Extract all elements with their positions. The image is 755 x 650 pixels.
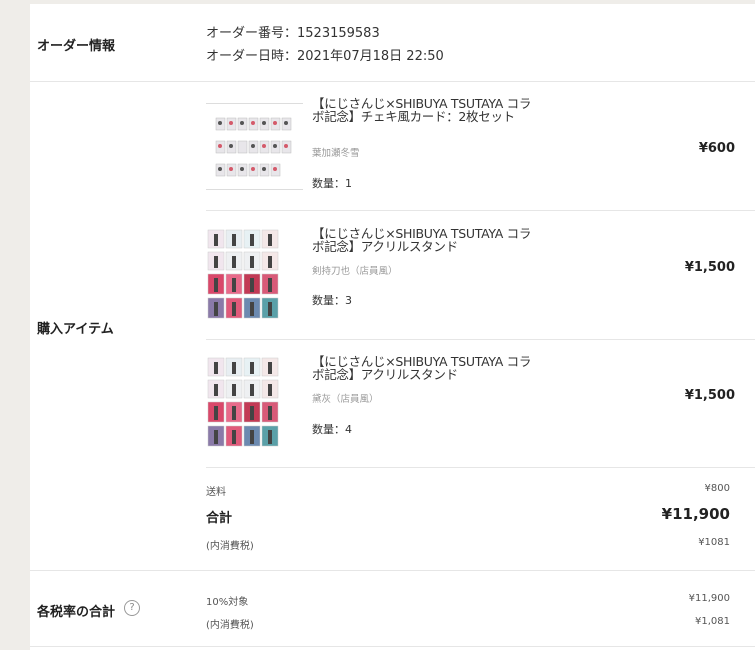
tax-rate-value: ¥11,900 bbox=[688, 593, 730, 604]
item-title[interactable]: 【にじさんじ×SHIBUYA TSUTAYA コラボ記念】アクリルスタンド bbox=[312, 227, 542, 253]
order-detail-panel: オーダー情報 オーダー番号：1523159583 オーダー日時：2021年07月… bbox=[30, 0, 755, 650]
item-price: ¥1,500 bbox=[684, 388, 735, 403]
order-info-label: オーダー情報 bbox=[37, 39, 116, 54]
tax-rate-consumption-value: ¥1,081 bbox=[695, 616, 730, 627]
item-thumbnail-cheki-card[interactable] bbox=[206, 103, 303, 190]
order-number: オーダー番号：1523159583 bbox=[206, 26, 380, 41]
tax-rate-total-label: 各税率の合計 bbox=[37, 605, 116, 620]
item-divider bbox=[206, 339, 755, 340]
item-quantity: 数量：1 bbox=[312, 177, 352, 190]
help-icon[interactable]: ? bbox=[124, 600, 140, 616]
shipping-value: ¥800 bbox=[704, 483, 730, 494]
item-title[interactable]: 【にじさんじ×SHIBUYA TSUTAYA コラボ記念】アクリルスタンド bbox=[312, 355, 542, 381]
item-title[interactable]: 【にじさんじ×SHIBUYA TSUTAYA コラボ記念】チェキ風カード：2枚セ… bbox=[312, 97, 542, 123]
item-divider bbox=[206, 210, 755, 211]
shipping-label: 送料 bbox=[206, 487, 226, 498]
item-variant: 黛灰（店員風） bbox=[312, 394, 379, 405]
divider bbox=[30, 570, 755, 571]
purchased-items-label: 購入アイテム bbox=[37, 322, 114, 337]
top-border bbox=[30, 0, 755, 4]
item-price: ¥1,500 bbox=[684, 260, 735, 275]
order-date: オーダー日時：2021年07月18日 22:50 bbox=[206, 49, 444, 64]
tax-rate-label: 10%対象 bbox=[206, 597, 249, 608]
item-thumbnail-acrylic-stand[interactable] bbox=[206, 226, 286, 321]
item-divider bbox=[206, 467, 755, 468]
tax-included-label: (内消費税) bbox=[206, 541, 254, 552]
total-value: ¥11,900 bbox=[661, 505, 730, 523]
tax-rate-consumption-label: (内消費税) bbox=[206, 620, 254, 631]
item-thumbnail-acrylic-stand[interactable] bbox=[206, 354, 286, 449]
total-label: 合計 bbox=[206, 511, 233, 526]
item-variant: 剣持刀也（店員風） bbox=[312, 266, 398, 277]
divider bbox=[30, 81, 755, 82]
item-variant: 葉加瀬冬雪 bbox=[312, 148, 360, 159]
item-quantity: 数量：4 bbox=[312, 423, 352, 436]
item-quantity: 数量：3 bbox=[312, 294, 352, 307]
divider bbox=[30, 646, 755, 647]
tax-included-value: ¥1081 bbox=[698, 537, 730, 548]
item-price: ¥600 bbox=[698, 141, 735, 156]
